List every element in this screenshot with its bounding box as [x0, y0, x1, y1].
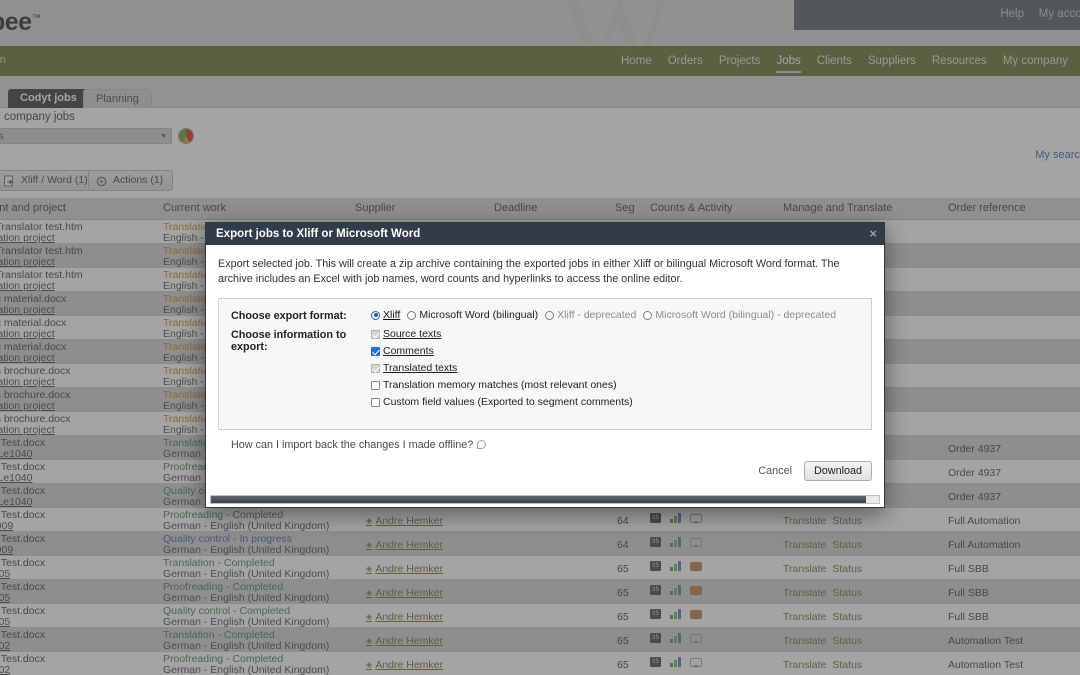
- checkbox: [371, 329, 380, 339]
- dialog-title-bar: Export jobs to Xliff or Microsoft Word ×: [206, 223, 884, 245]
- radio-label: Microsoft Word (bilingual): [419, 309, 539, 321]
- cancel-button[interactable]: Cancel: [758, 465, 792, 477]
- radio-button[interactable]: [407, 310, 417, 320]
- checkbox-label: Source texts: [383, 328, 442, 340]
- checkbox-option[interactable]: Comments: [371, 345, 859, 357]
- checkbox-option[interactable]: Translated texts: [371, 362, 859, 374]
- format-radio-group: Xliff Microsoft Word (bilingual) Xliff - d…: [371, 309, 859, 321]
- download-button[interactable]: Download: [803, 461, 872, 481]
- information-checkbox-group: Source texts Comments Translated texts Tran…: [371, 328, 859, 408]
- radio-option[interactable]: Xliff: [371, 309, 400, 321]
- import-help-line: How can I import back the changes I made…: [231, 439, 487, 451]
- checkbox-label: Translation memory matches (most relevan…: [383, 379, 617, 391]
- checkbox-label: Translated texts: [383, 362, 458, 374]
- information-label: Choose information to export:: [231, 329, 347, 353]
- format-label: Choose export format:: [231, 310, 347, 322]
- checkbox-label: Custom field values (Exported to segment…: [383, 396, 633, 408]
- checkbox[interactable]: [371, 380, 380, 390]
- information-row: Choose information to export: Source tex…: [231, 328, 859, 408]
- close-icon[interactable]: ×: [869, 224, 877, 244]
- checkbox: [371, 363, 380, 373]
- radio-button[interactable]: [643, 310, 653, 320]
- radio-button[interactable]: [545, 310, 555, 320]
- radio-option[interactable]: Microsoft Word (bilingual): [407, 309, 538, 321]
- dialog-title: Export jobs to Xliff or Microsoft Word: [216, 228, 421, 240]
- radio-option[interactable]: Microsoft Word (bilingual) - deprecated: [643, 309, 836, 321]
- radio-label: Microsoft Word (bilingual) - deprecated: [655, 309, 837, 321]
- export-dialog: Export jobs to Xliff or Microsoft Word ×…: [205, 222, 885, 508]
- checkbox-option[interactable]: Translation memory matches (most relevan…: [371, 379, 859, 391]
- help-tooltip-icon[interactable]: [477, 440, 487, 449]
- dialog-footer: Cancel Download: [758, 461, 872, 481]
- radio-button[interactable]: [371, 310, 380, 320]
- checkbox[interactable]: [371, 397, 380, 407]
- radio-label: Xliff: [383, 309, 401, 321]
- format-row: Choose export format: Xliff Microsoft Wor…: [231, 309, 859, 322]
- screen: W rdbee™ Help My accou d in HomeOrdersPr…: [0, 0, 1080, 675]
- scrollbar-thumb[interactable]: [211, 496, 866, 503]
- import-help-text[interactable]: How can I import back the changes I made…: [231, 439, 473, 451]
- dialog-description: Export selected job. This will create a …: [218, 258, 840, 285]
- checkbox-label: Comments: [383, 345, 434, 357]
- dialog-body: Export selected job. This will create a …: [206, 245, 884, 451]
- radio-label: Xliff - deprecated: [557, 309, 637, 321]
- radio-option[interactable]: Xliff - deprecated: [545, 309, 636, 321]
- dialog-horizontal-scrollbar[interactable]: [210, 495, 880, 504]
- checkbox-option[interactable]: Source texts: [371, 328, 859, 340]
- checkbox-option[interactable]: Custom field values (Exported to segment…: [371, 396, 859, 408]
- export-options-panel: Choose export format: Xliff Microsoft Wor…: [218, 298, 872, 451]
- checkbox[interactable]: [371, 346, 380, 356]
